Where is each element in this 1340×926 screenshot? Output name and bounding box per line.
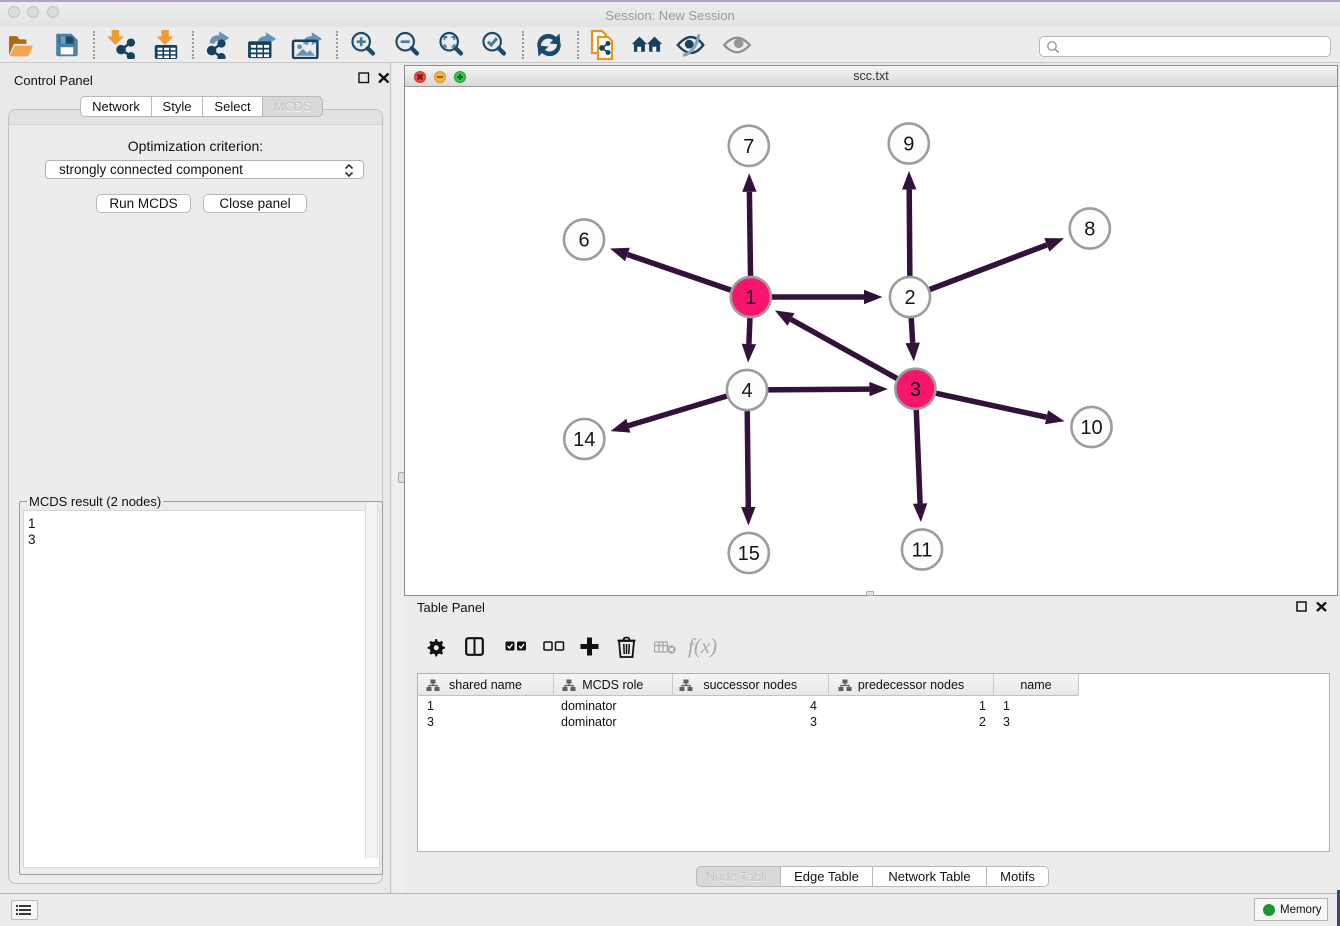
svg-text:4: 4 [741, 380, 752, 402]
svg-text:6: 6 [578, 230, 589, 252]
svg-text:14: 14 [573, 429, 595, 451]
svg-text:9: 9 [903, 134, 914, 156]
svg-text:10: 10 [1080, 417, 1102, 439]
svg-text:1: 1 [745, 287, 756, 309]
svg-text:15: 15 [738, 543, 760, 565]
svg-text:8: 8 [1084, 219, 1095, 241]
svg-text:7: 7 [743, 136, 754, 158]
svg-text:3: 3 [910, 379, 921, 401]
svg-text:2: 2 [904, 287, 915, 309]
svg-text:11: 11 [912, 540, 933, 562]
